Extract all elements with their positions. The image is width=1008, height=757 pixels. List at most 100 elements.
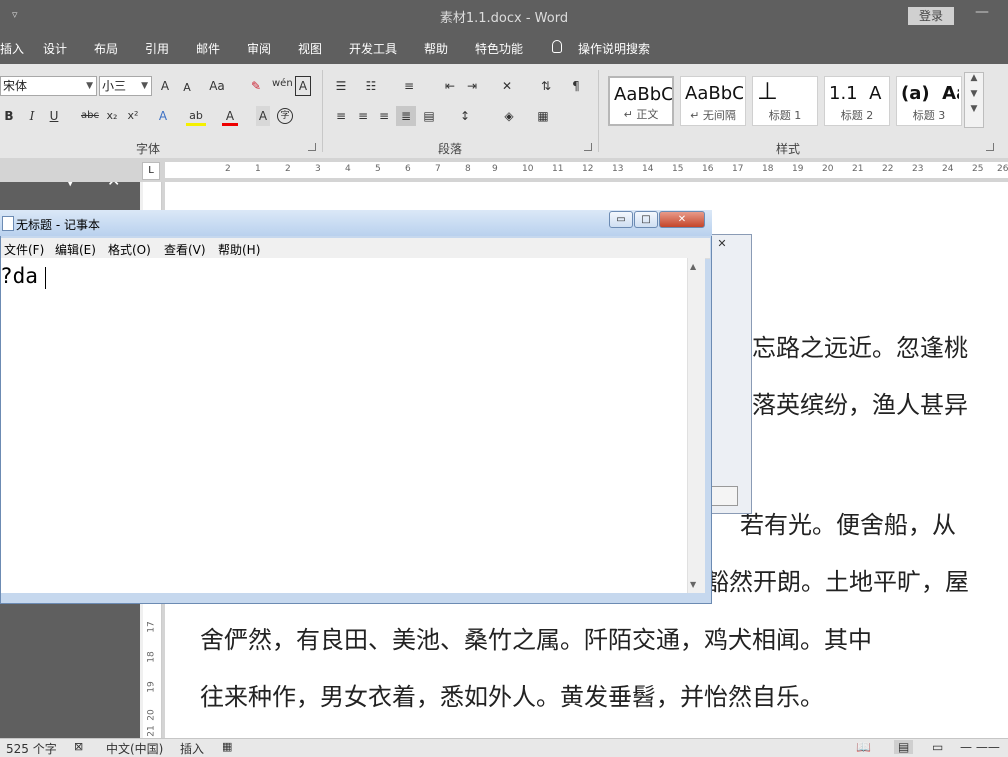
font-color-button[interactable]: A bbox=[222, 106, 238, 126]
style-item-heading-2[interactable]: 1.1 A 标题 2 bbox=[824, 76, 890, 126]
underline-button[interactable]: U bbox=[47, 106, 61, 126]
tab-mailings[interactable]: 邮件 bbox=[196, 40, 220, 57]
italic-button[interactable]: I bbox=[25, 106, 39, 126]
strikethrough-button[interactable]: abc bbox=[79, 106, 101, 126]
notepad-title-bar[interactable] bbox=[0, 210, 712, 236]
dialog-button[interactable] bbox=[708, 486, 738, 506]
sort-icon[interactable]: ⇅ bbox=[537, 76, 555, 96]
tab-design[interactable]: 设计 bbox=[43, 40, 67, 57]
web-layout-icon[interactable]: ▭ bbox=[932, 740, 943, 754]
phonetic-guide-button[interactable]: wén bbox=[272, 74, 293, 94]
styles-dialog-launcher-icon[interactable] bbox=[986, 143, 994, 151]
char-border-button[interactable]: A bbox=[295, 76, 311, 96]
shrink-font-button[interactable]: A bbox=[181, 78, 193, 98]
zoom-slider[interactable]: — —— bbox=[960, 740, 1000, 754]
word-count[interactable]: 525 个字 bbox=[6, 740, 57, 757]
chevron-up-icon[interactable]: ▲ bbox=[965, 73, 983, 83]
login-button[interactable]: 登录 bbox=[908, 7, 954, 25]
style-item-no-spacing[interactable]: AaBbCc ↵ 无间隔 bbox=[680, 76, 746, 126]
group-label-paragraph: 段落 bbox=[438, 142, 463, 156]
menu-edit[interactable]: 编辑(E) bbox=[55, 241, 96, 258]
quick-access-dropdown-icon[interactable]: ▿ bbox=[12, 8, 18, 21]
style-name: ↵ 正文 bbox=[623, 108, 659, 121]
style-gallery-scroll[interactable]: ▲ ▼ ▼ bbox=[964, 72, 984, 128]
justify-icon[interactable]: ≣ bbox=[396, 106, 416, 126]
menu-file[interactable]: 文件(F) bbox=[4, 241, 44, 258]
tab-special-features[interactable]: 特色功能 bbox=[475, 40, 523, 57]
font-name-combo[interactable]: 宋体 ▼ bbox=[0, 76, 97, 96]
multilevel-list-icon[interactable]: ≡ bbox=[398, 76, 420, 96]
menu-view[interactable]: 查看(V) bbox=[164, 241, 206, 258]
distributed-icon[interactable]: ▤ bbox=[420, 106, 438, 126]
font-dialog-launcher-icon[interactable] bbox=[308, 143, 316, 151]
tab-insert[interactable]: 插入 bbox=[0, 40, 24, 57]
bold-button[interactable]: B bbox=[2, 106, 16, 126]
tab-layout[interactable]: 布局 bbox=[94, 40, 118, 57]
chevron-down-icon[interactable]: ▼ bbox=[965, 89, 983, 99]
numbering-icon[interactable]: ☷ bbox=[362, 76, 380, 96]
ruler-tick: 10 bbox=[522, 164, 534, 174]
bullets-icon[interactable]: ☰ bbox=[332, 76, 350, 96]
tab-review[interactable]: 审阅 bbox=[247, 40, 271, 57]
macro-icon[interactable]: ▦ bbox=[222, 740, 232, 753]
insert-mode[interactable]: 插入 bbox=[180, 740, 204, 757]
style-name: 标题 1 bbox=[768, 109, 802, 122]
proofing-icon[interactable]: ⊠ bbox=[74, 740, 83, 753]
notepad-maximize-icon[interactable]: □ bbox=[634, 211, 658, 228]
scroll-up-icon[interactable]: ▲ bbox=[690, 262, 696, 271]
read-mode-icon[interactable]: 📖 bbox=[856, 740, 871, 754]
chinese-layout-icon[interactable]: ✕ bbox=[496, 76, 518, 96]
menu-format[interactable]: 格式(O) bbox=[108, 241, 151, 258]
dialog-close-icon[interactable]: ✕ bbox=[712, 236, 732, 251]
line-spacing-icon[interactable]: ↕ bbox=[452, 106, 478, 126]
notepad-vertical-scrollbar[interactable] bbox=[687, 258, 705, 593]
chevron-down-icon: ▼ bbox=[141, 81, 148, 91]
notepad-close-icon[interactable]: ✕ bbox=[659, 211, 705, 228]
tab-developer[interactable]: 开发工具 bbox=[349, 40, 397, 57]
notepad-text-area[interactable] bbox=[1, 258, 687, 593]
chevron-down-icon: ▼ bbox=[86, 81, 93, 91]
document-line: 忘路之远近。忽逢桃 bbox=[752, 334, 968, 362]
shading-icon[interactable]: ◈ bbox=[496, 106, 522, 126]
paragraph-dialog-launcher-icon[interactable] bbox=[584, 143, 592, 151]
gallery-expand-icon[interactable]: ▼ bbox=[965, 104, 983, 114]
highlight-button[interactable]: ab bbox=[186, 106, 206, 126]
tab-view[interactable]: 视图 bbox=[298, 40, 322, 57]
tell-me-search[interactable]: 操作说明搜索 bbox=[578, 40, 650, 57]
menu-help[interactable]: 帮助(H) bbox=[218, 241, 260, 258]
show-marks-icon[interactable]: ¶ bbox=[568, 76, 584, 96]
language-indicator[interactable]: 中文(中国) bbox=[106, 740, 163, 757]
tab-references[interactable]: 引用 bbox=[145, 40, 169, 57]
document-line: 舍俨然，有良田、美池、桑竹之属。阡陌交通，鸡犬相闻。其中 bbox=[200, 626, 872, 654]
subscript-button[interactable]: x₂ bbox=[104, 106, 120, 126]
style-item-heading-1[interactable]: ⊥ 标题 1 bbox=[752, 76, 818, 126]
align-right-icon[interactable]: ≡ bbox=[376, 106, 392, 126]
ruler-tick: 7 bbox=[435, 164, 441, 174]
align-center-icon[interactable]: ≡ bbox=[355, 106, 371, 126]
char-shading-button[interactable]: A bbox=[256, 106, 270, 126]
decrease-indent-icon[interactable]: ⇤ bbox=[442, 76, 458, 96]
minimize-icon[interactable]: — bbox=[975, 4, 989, 20]
style-name: ↵ 无间隔 bbox=[690, 109, 736, 122]
notepad-minimize-icon[interactable]: ▭ bbox=[609, 211, 633, 228]
grow-font-button[interactable]: A bbox=[158, 76, 172, 96]
align-left-icon[interactable]: ≡ bbox=[333, 106, 349, 126]
group-label-font: 字体 bbox=[136, 142, 161, 156]
enclose-char-button[interactable]: 字 bbox=[277, 108, 293, 124]
style-item-normal[interactable]: AaBbCc ↵ 正文 bbox=[608, 76, 674, 126]
text-effects-button[interactable]: A bbox=[156, 106, 170, 126]
style-item-heading-3[interactable]: (a) Aa 标题 3 bbox=[896, 76, 962, 126]
print-layout-icon[interactable]: ▤ bbox=[894, 740, 914, 754]
increase-indent-icon[interactable]: ⇥ bbox=[464, 76, 480, 96]
change-case-button[interactable]: Aa bbox=[207, 76, 227, 96]
tab-selector[interactable]: L bbox=[142, 162, 160, 180]
style-sample: (a) Aa bbox=[901, 83, 959, 104]
scroll-down-icon[interactable]: ▼ bbox=[690, 580, 696, 589]
superscript-button[interactable]: x² bbox=[125, 106, 141, 126]
clear-format-icon[interactable]: ✎ bbox=[248, 76, 264, 96]
horizontal-ruler[interactable]: 2 1 2 3 4 5 6 7 8 9 10 11 12 13 14 15 16… bbox=[165, 162, 1008, 178]
tab-help[interactable]: 帮助 bbox=[424, 40, 448, 57]
borders-icon[interactable]: ▦ bbox=[530, 106, 556, 126]
font-size-combo[interactable]: 小三 ▼ bbox=[99, 76, 152, 96]
style-name: 标题 2 bbox=[840, 109, 874, 122]
